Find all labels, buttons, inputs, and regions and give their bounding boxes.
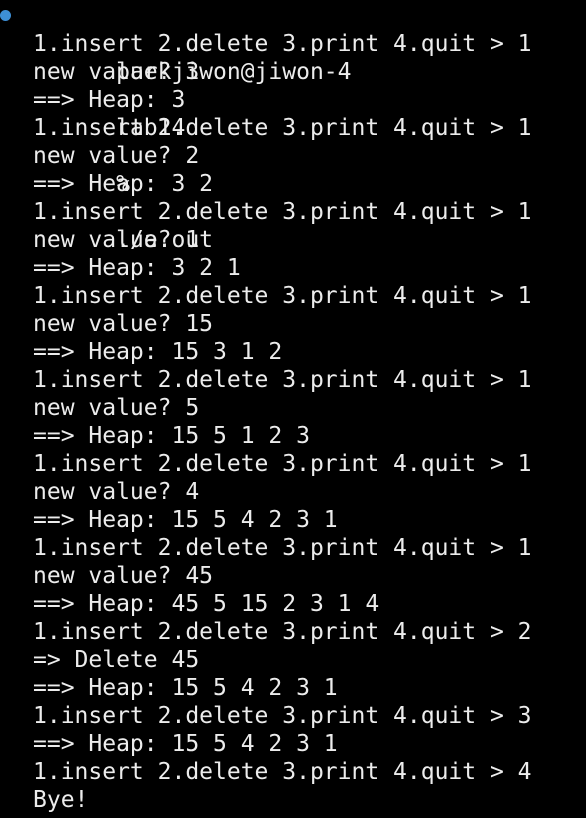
output-line: 1.insert 2.delete 3.print 4.quit > 3 — [33, 703, 532, 729]
output-line: new value? 5 — [33, 395, 200, 421]
output-line: 1.insert 2.delete 3.print 4.quit > 1 — [33, 115, 532, 141]
output-line: 1.insert 2.delete 3.print 4.quit > 1 — [33, 535, 532, 561]
output-line: ==> Heap: 3 — [33, 87, 186, 113]
terminal-window[interactable]: parkjiwon@jiwon-4 lab14 % ./a.out 1.inse… — [0, 0, 586, 818]
output-line: 1.insert 2.delete 3.print 4.quit > 1 — [33, 199, 532, 225]
program-output: 1.insert 2.delete 3.print 4.quit > 1 new … — [0, 30, 586, 814]
output-line: Bye! — [33, 787, 89, 813]
output-line: 1.insert 2.delete 3.print 4.quit > 1 — [33, 283, 532, 309]
output-line: ==> Heap: 15 5 4 2 3 1 — [33, 731, 338, 757]
output-line: new value? 15 — [33, 311, 214, 337]
output-line: => Delete 45 — [33, 647, 200, 673]
output-line: ==> Heap: 15 5 1 2 3 — [33, 423, 310, 449]
output-line: ==> Heap: 15 3 1 2 — [33, 339, 283, 365]
output-line: 1.insert 2.delete 3.print 4.quit > 4 — [33, 759, 532, 785]
output-line: new value? 1 — [33, 227, 200, 253]
output-line: ==> Heap: 45 5 15 2 3 1 4 — [33, 591, 380, 617]
output-line: new value? 3 — [33, 59, 200, 85]
output-line: new value? 4 — [33, 479, 200, 505]
output-line: 1.insert 2.delete 3.print 4.quit > 1 — [33, 451, 532, 477]
output-line: 1.insert 2.delete 3.print 4.quit > 1 — [33, 31, 532, 57]
prompt-status-dot-icon — [0, 10, 11, 21]
output-line: ==> Heap: 3 2 — [33, 171, 214, 197]
output-line: 1.insert 2.delete 3.print 4.quit > 1 — [33, 367, 532, 393]
terminal-output: parkjiwon@jiwon-4 lab14 % ./a.out 1.inse… — [0, 2, 586, 814]
output-line: ==> Heap: 15 5 4 2 3 1 — [33, 507, 338, 533]
output-line: 1.insert 2.delete 3.print 4.quit > 2 — [33, 619, 532, 645]
output-line: new value? 2 — [33, 143, 200, 169]
prompt-line: parkjiwon@jiwon-4 lab14 % ./a.out — [0, 2, 586, 253]
output-line: new value? 45 — [33, 563, 214, 589]
output-line: ==> Heap: 15 5 4 2 3 1 — [33, 675, 338, 701]
output-line: ==> Heap: 3 2 1 — [33, 255, 241, 281]
